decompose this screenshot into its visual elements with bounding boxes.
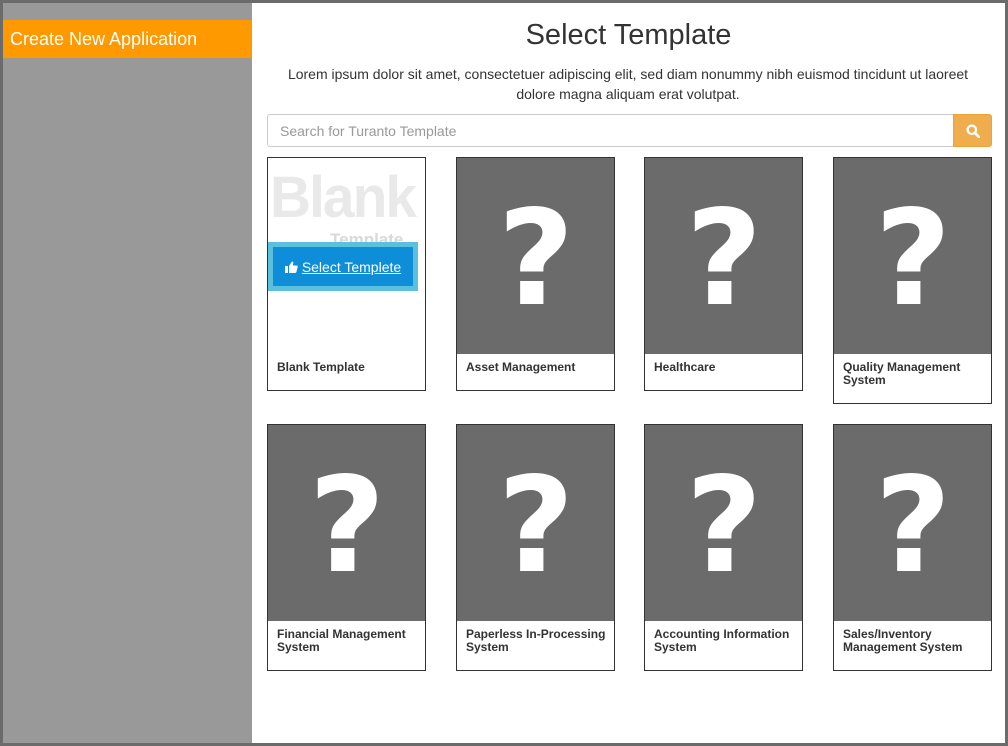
template-thumbnail: ? [268,425,425,621]
template-thumbnail: ? [645,158,802,354]
template-card-blank[interactable]: Blank Template Select Templete Blank Tem… [267,157,426,391]
blank-thumb-text: Blank [270,165,417,230]
question-mark-icon: ? [499,471,573,575]
svg-text:?: ? [876,471,950,575]
svg-text:?: ? [499,204,573,308]
card-title: Asset Management [466,360,576,374]
svg-text:?: ? [687,471,761,575]
sidebar: Create New Application [3,3,252,743]
card-title: Paperless In-Processing System [466,627,606,654]
template-thumbnail: ? [834,425,991,621]
svg-text:?: ? [499,471,573,575]
template-thumbnail: ? [645,425,802,621]
search-bar [267,114,992,147]
template-card-sales-inventory-management-system[interactable]: ? Sales/Inventory Management System [833,424,992,671]
template-thumbnail: ? [834,158,991,354]
question-mark-icon: ? [687,204,761,308]
thumbs-up-icon [284,261,298,273]
blank-template-thumbnail: Blank Template Select Templete [268,158,425,354]
question-mark-icon: ? [876,471,950,575]
select-template-button[interactable]: Select Templete [273,247,413,286]
app-frame: Create New Application Select Template L… [0,0,1008,746]
card-title: Financial Management System [277,627,406,654]
card-title: Blank Template [277,360,365,374]
page-description: Lorem ipsum dolor sit amet, consectetuer… [287,66,969,102]
template-card-healthcare[interactable]: ? Healthcare [644,157,803,391]
template-card-paperless-in-processing-system[interactable]: ? Paperless In-Processing System [456,424,615,671]
template-card-quality-management-system[interactable]: ? Quality Management System [833,157,992,404]
svg-text:?: ? [687,204,761,308]
template-thumbnail: ? [457,425,614,621]
question-mark-icon: ? [876,204,950,308]
template-card-accounting-information-system[interactable]: ? Accounting Information System [644,424,803,671]
search-button[interactable] [953,114,992,147]
template-card-financial-management-system[interactable]: ? Financial Management System [267,424,426,671]
template-card-asset-management[interactable]: ? Asset Management [456,157,615,391]
card-title: Healthcare [654,360,716,374]
template-thumbnail: ? [457,158,614,354]
question-mark-icon: ? [310,471,384,575]
create-new-application-header[interactable]: Create New Application [3,20,252,58]
search-input[interactable] [267,114,953,147]
card-title: Sales/Inventory Management System [843,627,963,654]
card-title: Quality Management System [843,360,961,387]
question-mark-icon: ? [687,471,761,575]
svg-text:?: ? [876,204,950,308]
select-template-label: Select Templete [301,258,402,275]
question-mark-icon: ? [499,204,573,308]
main-panel: Select Template Lorem ipsum dolor sit am… [252,3,1005,743]
search-icon [966,124,980,138]
card-title: Accounting Information System [654,627,790,654]
svg-text:?: ? [310,471,384,575]
select-template-button-focus-ring: Select Templete [268,242,418,291]
page-title: Select Template [525,19,732,51]
